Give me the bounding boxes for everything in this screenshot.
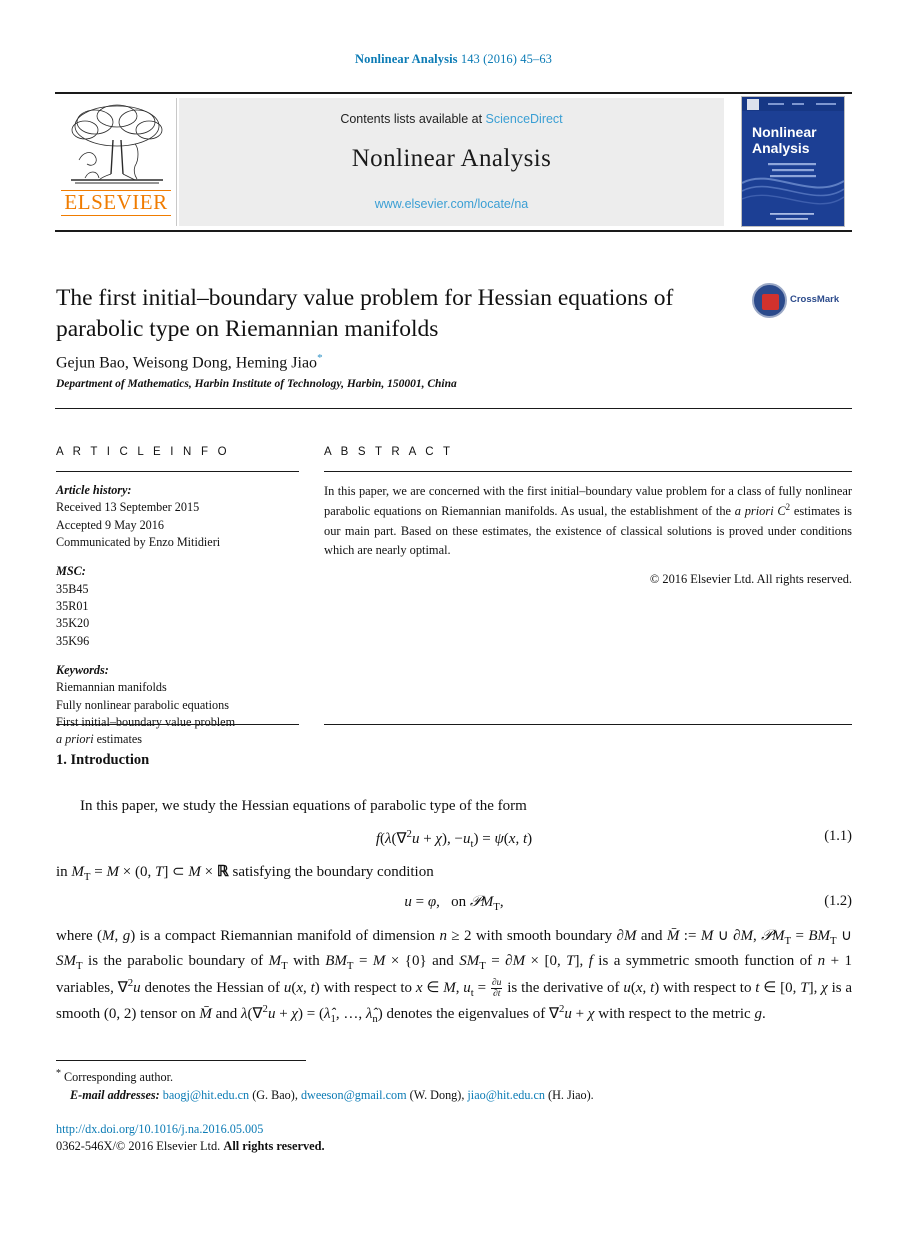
keyword-item: a priori estimates (56, 731, 299, 748)
email-link-dong[interactable]: dweeson@gmail.com (301, 1088, 407, 1102)
intro-paragraph-1: In this paper, we study the Hessian equa… (56, 795, 852, 818)
divider-abstract (324, 471, 852, 472)
abstract-heading: A B S T R A C T (324, 446, 454, 458)
footnote-block: * Corresponding author. E-mail addresses… (56, 1066, 852, 1105)
equation-1-2-number: (1.2) (824, 893, 852, 909)
elsevier-logo: ELSEVIER (57, 98, 177, 226)
sciencedirect-link[interactable]: ScienceDirect (486, 112, 563, 126)
issn-copyright-plain: 0362-546X/© 2016 Elsevier Ltd. (56, 1139, 224, 1153)
msc-code: 35R01 (56, 598, 89, 613)
page-title: The first initial–boundary value problem… (56, 285, 674, 343)
corresponding-author-note: * Corresponding author. (56, 1066, 852, 1086)
article-history-block: Article history: Received 13 September 2… (56, 482, 299, 749)
author-list: Gejun Bao, Weisong Dong, Heming Jiao* (56, 352, 756, 372)
msc-label: MSC: (56, 564, 86, 579)
crossmark-badge[interactable]: CrossMark (752, 283, 840, 319)
email-person-jiao: (H. Jiao). (548, 1088, 594, 1103)
corresponding-author-marker[interactable]: * (317, 352, 323, 364)
journal-banner: ELSEVIER Contents lists available at Sci… (55, 92, 852, 232)
abstract-italic-term: a priori (734, 504, 774, 519)
issn-copyright-line: 0362-546X/© 2016 Elsevier Ltd. All right… (56, 1139, 325, 1154)
running-head: Nonlinear Analysis 143 (2016) 45–63 (0, 52, 907, 67)
msc-code: 35K20 (56, 616, 90, 631)
article-page: Nonlinear Analysis 143 (2016) 45–63 ELSE… (0, 0, 907, 1238)
elsevier-tree-icon (71, 104, 163, 184)
footnote-star-marker: * (56, 1068, 61, 1079)
crossmark-icon (752, 283, 787, 318)
email-addresses-line: E-mail addresses: baogj@hit.edu.cn (G. B… (70, 1088, 594, 1103)
divider-under-authors (55, 408, 852, 409)
svg-text:Analysis: Analysis (752, 140, 810, 156)
email-person-dong: (W. Dong) (409, 1088, 462, 1103)
abstract-text: In this paper, we are concerned with the… (324, 482, 852, 560)
msc-code: 35K96 (56, 633, 90, 648)
journal-cover-thumbnail[interactable]: Nonlinear Analysis (741, 96, 845, 227)
doi-link[interactable]: http://dx.doi.org/10.1016/j.na.2016.05.0… (56, 1122, 263, 1137)
keyword-item: Riemannian manifolds (56, 680, 167, 695)
equation-1-1: f(λ(∇2u + χ), −ut) = ψ(x, t) (375, 828, 533, 850)
history-communicated: Communicated by Enzo Mitidieri (56, 534, 221, 549)
cover-art: Nonlinear Analysis (742, 97, 844, 226)
journal-homepage-link[interactable]: www.elsevier.com/locate/na (179, 197, 724, 211)
abstract-column: A B S T R A C T In this paper, we are co… (324, 446, 852, 587)
divider-article-info (56, 471, 299, 472)
email-link-bao[interactable]: baogj@hit.edu.cn (163, 1088, 249, 1102)
crossmark-label: CrossMark (790, 294, 840, 305)
running-head-journal: Nonlinear Analysis (354, 52, 458, 66)
divider-abstract-bottom (324, 724, 852, 725)
history-accepted: Accepted 9 May 2016 (56, 517, 164, 532)
keywords-label: Keywords: (56, 662, 109, 677)
all-rights-reserved: All rights reserved. (223, 1139, 325, 1153)
abstract-copyright: © 2016 Elsevier Ltd. All rights reserved… (649, 572, 852, 586)
equation-1-1-row: f(λ(∇2u + χ), −ut) = ψ(x, t) (1.1) (56, 828, 852, 850)
intro-paragraph-2-rest: satisfying the boundary condition (228, 864, 434, 880)
section-heading-introduction: 1. Introduction (56, 752, 150, 768)
keyword-item: Fully nonlinear parabolic equations (56, 697, 229, 712)
divider-info-bottom (56, 724, 299, 725)
contents-available-line: Contents lists available at ScienceDirec… (179, 112, 724, 126)
equation-1-2-row: u = φ, on 𝒫MT, (1.2) (56, 893, 852, 913)
article-info-column: A R T I C L E I N F O Article history: R… (56, 446, 299, 749)
email-addresses-label: E-mail addresses: (70, 1088, 160, 1103)
intro-paragraph-2: in MT = M × (0, T] ⊂ M × ℝ satisfying th… (56, 864, 434, 883)
intro-paragraph-2-lead: in (56, 864, 72, 880)
equation-1-2: u = φ, on 𝒫MT, (404, 894, 504, 913)
divider-footnote (56, 1060, 306, 1061)
intro-paragraph-1-text: In this paper, we study the Hessian equa… (80, 798, 527, 814)
journal-title: Nonlinear Analysis (351, 145, 552, 172)
elsevier-wordmark: ELSEVIER (61, 190, 171, 216)
equation-1-1-number: (1.1) (824, 828, 852, 844)
email-link-jiao[interactable]: jiao@hit.edu.cn (467, 1088, 545, 1102)
intro-paragraph-3: where (M, g) is a compact Riemannian man… (56, 928, 853, 1026)
history-received: Received 13 September 2015 (56, 500, 200, 515)
corresponding-author-text: Corresponding author. (64, 1070, 174, 1085)
article-info-heading: A R T I C L E I N F O (56, 446, 230, 458)
author-names: Gejun Bao, Weisong Dong, Heming Jiao (56, 354, 318, 372)
keyword-italic-head: a priori (56, 732, 94, 747)
affiliation: Department of Mathematics, Harbin Instit… (56, 378, 457, 390)
banner-center-panel: Contents lists available at ScienceDirec… (179, 98, 724, 226)
keyword-italic-tail: estimates (93, 732, 142, 747)
msc-code: 35B45 (56, 581, 89, 596)
keyword-item: First initial–boundary value problem (56, 714, 236, 729)
running-head-citation: 143 (2016) 45–63 (460, 52, 553, 66)
email-person-bao: (G. Bao) (252, 1088, 295, 1103)
svg-text:Nonlinear: Nonlinear (752, 124, 817, 140)
abstract-c-symbol: C (777, 504, 786, 519)
article-history-label: Article history: (56, 483, 132, 497)
contents-prefix: Contents lists available at (340, 112, 483, 126)
